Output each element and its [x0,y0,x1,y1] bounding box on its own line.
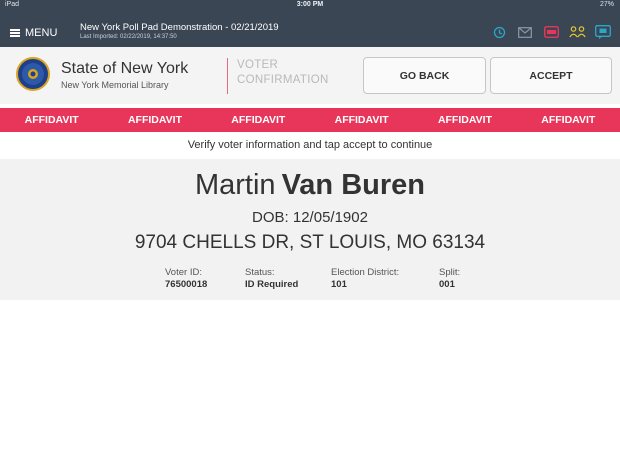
field-value: ID Required [245,279,299,290]
last-imported: Last Imported: 02/22/2019, 14:37:50 [80,34,177,40]
affidavit-tab[interactable]: AFFIDAVIT [310,108,413,132]
voter-address: 9704 CHELLS DR, ST LOUIS, MO 63134 [134,232,486,253]
field-label: Split: [439,267,461,278]
field-label: Voter ID: [165,267,202,278]
mail-icon[interactable] [516,24,534,40]
voter-first-name: Martin [194,169,276,201]
menu-button[interactable]: MENU [10,25,57,41]
header-divider [227,58,228,94]
org-name: State of New York [61,60,189,77]
field-election-district: Election District: 101 [331,267,399,291]
affidavit-tab[interactable]: AFFIDAVIT [103,108,206,132]
chat-icon[interactable] [594,24,612,40]
org-subtitle: New York Memorial Library [61,80,169,90]
field-label: Election District: [331,267,400,278]
go-back-button[interactable]: GO BACK [363,57,486,94]
app-title: New York Poll Pad Demonstration - 02/21/… [80,22,279,33]
card-icon[interactable] [542,24,560,40]
affidavit-bar: AFFIDAVIT AFFIDAVIT AFFIDAVIT AFFIDAVIT … [0,108,620,132]
affidavit-tab[interactable]: AFFIDAVIT [413,108,516,132]
affidavit-tab[interactable]: AFFIDAVIT [207,108,310,132]
affidavit-tab[interactable]: AFFIDAVIT [0,108,103,132]
toolbar-icons [490,24,612,40]
field-value: 001 [439,279,455,290]
header: State of New York New York Memorial Libr… [0,47,620,104]
screen-title-text: VOTER CONFIRMATION [237,59,329,86]
field-value: 101 [331,279,347,290]
instruction-text: Verify voter information and tap accept … [0,136,620,156]
accept-button[interactable]: ACCEPT [490,57,612,94]
voters-icon[interactable] [568,24,586,40]
screen-title: VOTER CONFIRMATION [237,58,332,88]
field-value: 76500018 [165,279,208,290]
menu-label: MENU [25,27,58,39]
app-window: iPad 3:00 PM 27% MENU New York Poll Pad … [0,0,620,461]
field-voter-id: Voter ID: 76500018 [165,267,207,291]
status-time: 3:00 PM [296,1,324,8]
state-seal-logo [16,57,50,91]
field-split: Split: 001 [439,267,460,291]
voter-panel: Martin Van Buren DOB: 12/05/1902 9704 CHE… [0,159,620,300]
top-bar: iPad 3:00 PM 27% MENU New York Poll Pad … [0,0,620,47]
voter-name: Martin Van Buren [0,169,620,202]
voter-dob: DOB: 12/05/1902 [252,209,368,226]
field-status: Status: ID Required [245,267,298,291]
voter-last-name: Van Buren [281,169,425,201]
hamburger-icon [10,29,20,37]
status-battery: 27% [599,1,614,8]
field-label: Status: [245,267,275,278]
affidavit-tab[interactable]: AFFIDAVIT [517,108,620,132]
history-icon[interactable] [490,24,508,40]
